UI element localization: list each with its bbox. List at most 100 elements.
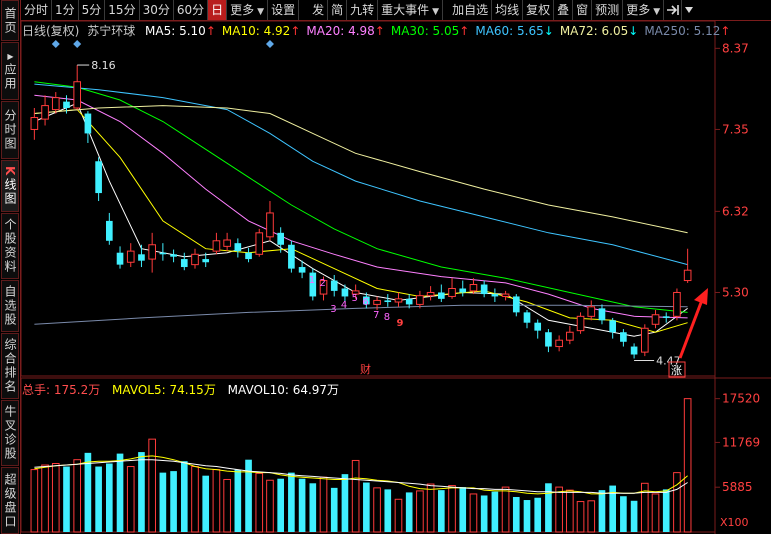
candle-body-down bbox=[330, 280, 338, 291]
volume-bar-down bbox=[159, 472, 167, 532]
ma-item-2: MA20: 4.98↑ bbox=[306, 24, 384, 38]
volume-bar-down bbox=[95, 466, 102, 532]
volume-bar-down bbox=[459, 487, 467, 532]
volume-bar-down bbox=[106, 463, 113, 532]
ma-item-5: MA72: 6.05↓ bbox=[560, 24, 638, 38]
candle-body-down bbox=[288, 244, 295, 269]
candle-body-up bbox=[448, 288, 456, 297]
candle-body-down bbox=[609, 320, 616, 333]
candle-body-up bbox=[126, 250, 135, 263]
mavol10-value: MAVOL10: 64.97万 bbox=[227, 383, 340, 397]
volume-bar-up bbox=[555, 486, 563, 533]
candle-body-down bbox=[620, 332, 627, 342]
total-volume: 总手: 175.2万 bbox=[22, 383, 101, 397]
volume-bar-down bbox=[309, 483, 317, 532]
volume-bar-down bbox=[84, 452, 92, 532]
volume-bar-down bbox=[598, 490, 606, 532]
volume-bar-up bbox=[351, 459, 360, 533]
candle-body-down bbox=[116, 252, 124, 265]
volume-bar-down bbox=[277, 478, 284, 532]
volume-bar-up bbox=[212, 469, 221, 533]
candle-body-up bbox=[255, 232, 264, 255]
volume-bar-up bbox=[373, 487, 381, 533]
arrow-down-icon: ↓ bbox=[628, 24, 639, 38]
ma-item-3: MA30: 5.05↑ bbox=[391, 24, 469, 38]
candle-body-up bbox=[191, 253, 199, 266]
price-axis-label: 8.37 bbox=[722, 41, 749, 55]
volume-axis-label: 5885 bbox=[722, 480, 753, 494]
volume-bar-down bbox=[170, 471, 177, 532]
nine-turn-counter: 7 bbox=[373, 310, 379, 321]
candle-body-down bbox=[630, 346, 638, 355]
volume-bar-down bbox=[630, 500, 638, 532]
candle-body-down bbox=[138, 254, 145, 261]
volume-bar-up bbox=[651, 493, 660, 533]
volume-bar-up bbox=[191, 466, 199, 533]
nine-turn-counter: 6 bbox=[362, 297, 368, 308]
candle-body-down bbox=[106, 220, 113, 241]
candle-body-up bbox=[394, 298, 403, 303]
volume-bar-up bbox=[469, 493, 478, 533]
ma-values: MA5: 5.10↑ MA10: 4.92↑ MA20: 4.98↑ MA30: 5.… bbox=[139, 24, 730, 38]
volume-bar-down bbox=[138, 452, 145, 532]
volume-bar-down bbox=[534, 497, 542, 532]
volume-bar-down bbox=[180, 461, 188, 532]
volume-bar-up bbox=[587, 500, 596, 533]
price-axis-label: 5.30 bbox=[722, 285, 749, 299]
candle-body-down bbox=[95, 161, 102, 194]
ma-line-ma10 bbox=[34, 109, 688, 333]
volume-bar-down bbox=[545, 483, 552, 532]
candle-body-up bbox=[212, 240, 221, 252]
volume-bar-down bbox=[298, 478, 306, 532]
candle-body-down bbox=[180, 259, 188, 268]
volume-bar-up bbox=[319, 476, 328, 533]
ma-item-value: MA10: 4.92 bbox=[221, 24, 291, 38]
candle-body-down bbox=[405, 298, 413, 305]
ma-line-ma5 bbox=[34, 102, 688, 337]
volume-bar-down bbox=[523, 500, 531, 532]
candle-body-up bbox=[266, 212, 274, 238]
volume-bar-up bbox=[148, 438, 156, 533]
candle-body-down bbox=[523, 312, 531, 323]
volume-bar-up bbox=[683, 398, 692, 533]
ma-item-value: MA30: 5.05 bbox=[390, 24, 460, 38]
limit-up-tag: 涨 bbox=[671, 364, 682, 377]
ma-line-ma72 bbox=[34, 105, 688, 234]
ma-line-ma30 bbox=[34, 81, 688, 313]
stock-name[interactable]: 苏宁环球 bbox=[87, 24, 135, 38]
candle-body-down bbox=[491, 294, 499, 297]
candle-body-up bbox=[148, 244, 156, 260]
candle-body-up bbox=[41, 105, 49, 120]
arrow-down-icon: ↓ bbox=[543, 24, 554, 38]
arrow-up-icon: ↑ bbox=[720, 24, 731, 38]
ma-item-value: MA250: 5.12 bbox=[644, 24, 721, 38]
candle-body-up bbox=[223, 239, 231, 247]
candle-body-up bbox=[673, 291, 681, 317]
candle-body-up bbox=[373, 299, 381, 305]
candle-body-down bbox=[545, 332, 552, 347]
arrow-up-icon: ↑ bbox=[459, 24, 470, 38]
arrow-up-icon: ↑ bbox=[290, 24, 301, 38]
chart-area[interactable]: 8.377.356.325.308.164.471 23 45 67 89财 涨17520… bbox=[0, 0, 771, 534]
period-label: 日线(复权) bbox=[22, 24, 80, 38]
candle-body-down bbox=[480, 284, 488, 295]
candle-body-up bbox=[555, 339, 563, 348]
volume-bar-down bbox=[512, 496, 520, 532]
volume-bar-up bbox=[673, 472, 681, 533]
candle-body-down bbox=[384, 300, 392, 303]
ma-item-4: MA60: 5.65↓ bbox=[475, 24, 553, 38]
volume-bar-down bbox=[384, 489, 392, 532]
finance-event-tag: 财 bbox=[360, 362, 371, 376]
ma-item-value: MA72: 6.05 bbox=[559, 24, 629, 38]
arrow-up-icon: ↑ bbox=[374, 24, 385, 38]
volume-bar-up bbox=[394, 498, 403, 533]
high-price-label: 8.16 bbox=[91, 59, 116, 72]
ma-item-value: MA5: 5.10 bbox=[145, 24, 206, 38]
volume-bar-down bbox=[288, 472, 295, 532]
candle-body-up bbox=[651, 314, 660, 325]
event-diamond-icon bbox=[265, 40, 274, 48]
volume-bar-down bbox=[116, 453, 124, 532]
volume-unit-label: X100 bbox=[720, 516, 749, 529]
price-axis-label: 7.35 bbox=[722, 122, 749, 136]
ma-line-ma60 bbox=[34, 83, 688, 266]
